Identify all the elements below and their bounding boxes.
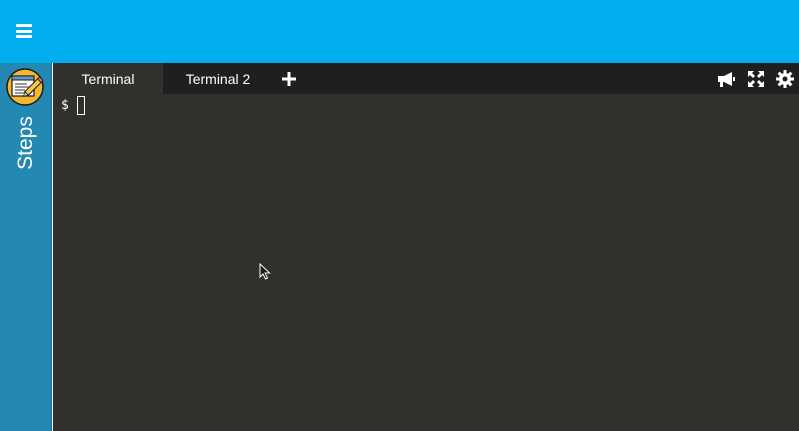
- fullscreen-icon[interactable]: [748, 71, 764, 87]
- terminal-cursor: [77, 96, 85, 115]
- terminal-tab-bar: Terminal Terminal 2: [53, 63, 799, 94]
- top-bar: [0, 0, 799, 63]
- tab-terminal-2[interactable]: Terminal 2: [163, 63, 273, 94]
- steps-sidebar: Steps: [0, 63, 52, 431]
- steps-notebook-pencil-icon[interactable]: [5, 67, 47, 107]
- terminal-panel: Terminal Terminal 2 $: [53, 63, 799, 431]
- gear-icon[interactable]: [776, 70, 794, 88]
- prompt-symbol: $: [61, 98, 69, 113]
- steps-label[interactable]: Steps: [14, 116, 38, 170]
- hamburger-menu-icon[interactable]: [16, 24, 32, 38]
- tab-terminal[interactable]: Terminal: [53, 63, 163, 94]
- plus-icon[interactable]: [281, 71, 297, 87]
- megaphone-icon[interactable]: [716, 71, 736, 87]
